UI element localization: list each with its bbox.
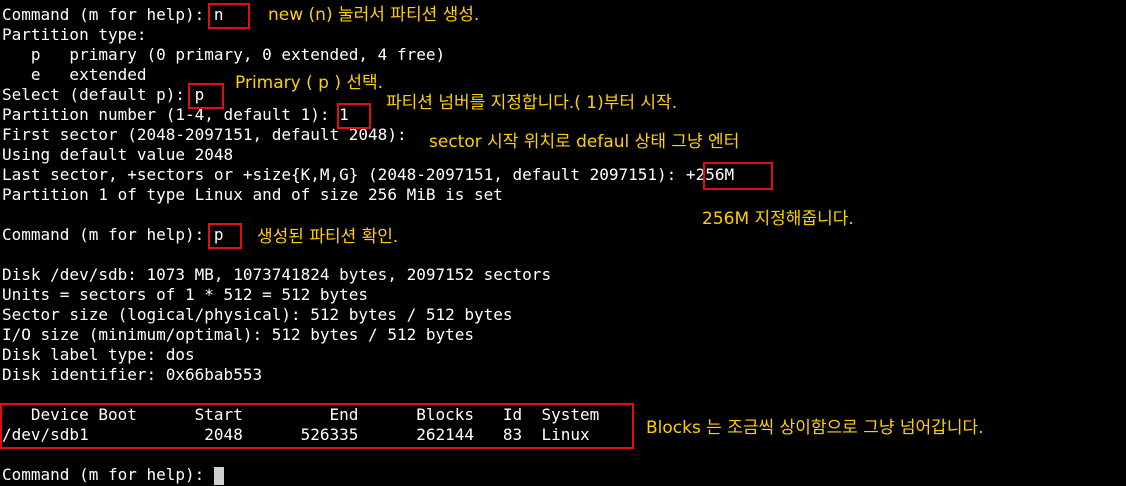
- annotation-size-256: 256M 지정해줍니다.: [702, 209, 854, 229]
- terminal-line-disk-identifier: Disk identifier: 0x66bab553: [2, 365, 263, 384]
- highlight-box-partition-table: [0, 403, 634, 449]
- highlight-box-partition-number: [337, 103, 371, 129]
- annotation-partition-number: 파티션 넘버를 지정합니다.( 1)부터 시작.: [386, 93, 678, 113]
- annotation-primary-select: Primary ( p ) 선택.: [235, 73, 384, 93]
- terminal-line-command-n: Command (m for help): n: [2, 5, 224, 24]
- highlight-box-p: [188, 83, 224, 109]
- terminal-line-sector-size: Sector size (logical/physical): 512 byte…: [2, 305, 513, 324]
- terminal-line-label-type: Disk label type: dos: [2, 345, 195, 364]
- terminal-line-last-sector: Last sector, +sectors or +size{K,M,G} (2…: [2, 165, 735, 184]
- terminal-line-partition-number: Partition number (1-4, default 1): 1: [2, 105, 349, 124]
- annotation-confirm: 생성된 파티션 확인.: [257, 227, 399, 247]
- terminal-line-disk-info: Disk /dev/sdb: 1073 MB, 1073741824 bytes…: [2, 265, 552, 284]
- terminal-line-partition-set: Partition 1 of type Linux and of size 25…: [2, 185, 503, 204]
- terminal-prompt[interactable]: Command (m for help):: [2, 465, 224, 485]
- highlight-box-print: [208, 223, 242, 249]
- terminal-line-command-p: Command (m for help): p: [2, 225, 224, 244]
- terminal-line-default-value: Using default value 2048: [2, 145, 234, 164]
- highlight-box-n: [208, 3, 250, 29]
- annotation-new-partition: new (n) 눌러서 파티션 생성.: [268, 5, 480, 25]
- prompt-text: Command (m for help):: [2, 465, 214, 484]
- terminal-line-select-default: Select (default p): p: [2, 85, 205, 104]
- cursor: [213, 466, 224, 485]
- terminal-line-partition-type: Partition type:: [2, 25, 147, 44]
- annotation-sector-start: sector 시작 위치로 defaul 상태 그냥 엔터: [429, 132, 740, 152]
- terminal-line-io-size: I/O size (minimum/optimal): 512 bytes / …: [2, 325, 475, 344]
- terminal-line-extended-option: e extended: [2, 65, 147, 84]
- annotation-blocks-note: Blocks 는 조금씩 상이함으로 그냥 넘어갑니다.: [646, 418, 984, 438]
- highlight-box-256m: [703, 162, 773, 190]
- terminal-line-units: Units = sectors of 1 * 512 = 512 bytes: [2, 285, 369, 304]
- terminal-line-primary-option: p primary (0 primary, 0 extended, 4 free…: [2, 45, 446, 64]
